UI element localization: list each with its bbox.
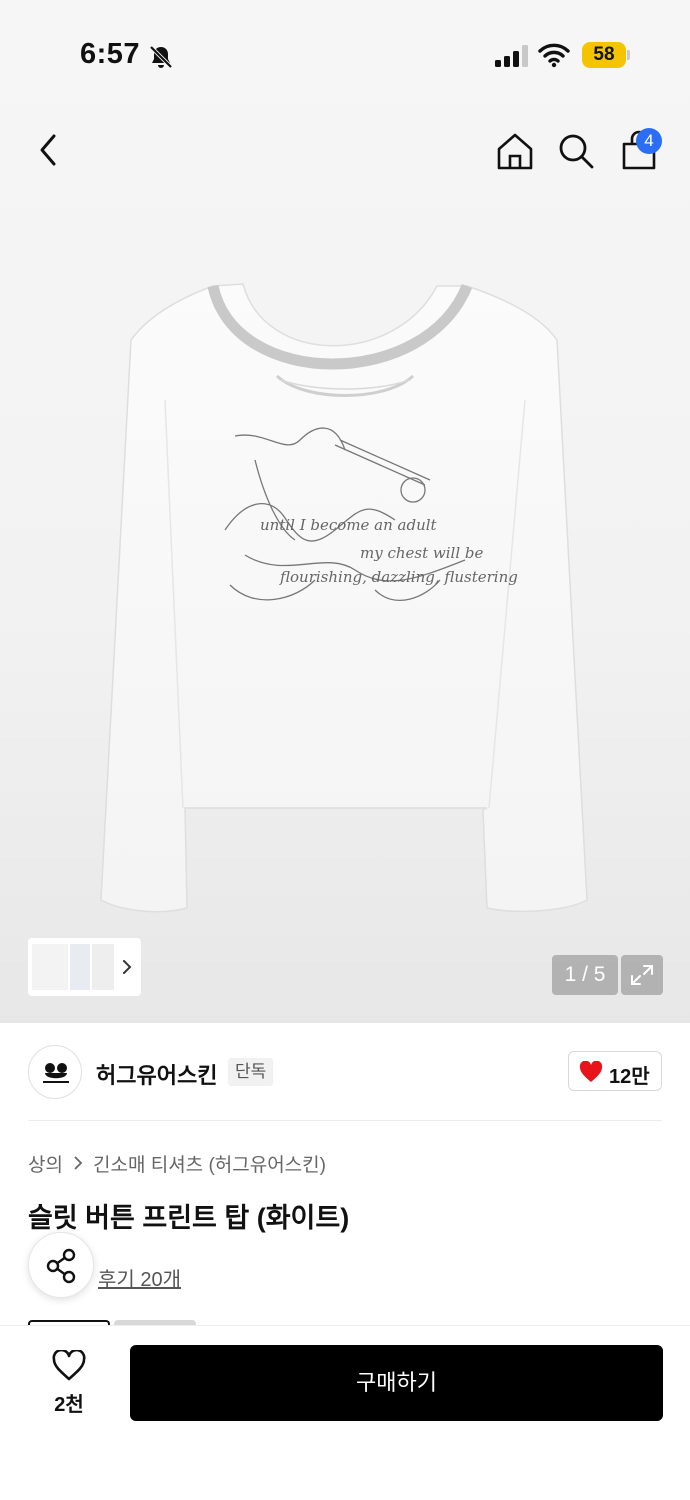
- thumbnail-preview[interactable]: [28, 938, 141, 996]
- wishlist-button[interactable]: 2천: [40, 1348, 98, 1418]
- chevron-right-icon: [123, 960, 132, 974]
- breadcrumb-item[interactable]: 긴소매 티셔츠 (허그유어스킨): [93, 1150, 326, 1177]
- brand-name[interactable]: 허그유어스킨: [96, 1058, 217, 1090]
- battery-level: 58: [582, 42, 626, 68]
- share-icon: [46, 1248, 76, 1284]
- thumbnail-image[interactable]: [70, 944, 90, 990]
- status-bar: 6:57 58: [0, 0, 690, 96]
- share-button[interactable]: [28, 1232, 94, 1298]
- wifi-icon: [538, 43, 570, 68]
- heart-filled-icon: [579, 1061, 603, 1082]
- cart-count-badge: 4: [636, 128, 662, 154]
- home-icon[interactable]: [494, 130, 536, 172]
- heart-outline-icon: [52, 1350, 86, 1381]
- chevron-right-icon: [74, 1156, 83, 1170]
- image-page-indicator: 1 / 5: [552, 955, 618, 995]
- svg-text:until I become an adult: until I become an adult: [260, 516, 438, 534]
- svg-text:my chest will be: my chest will be: [360, 544, 483, 562]
- product-photo: until I become an adult my chest will be…: [100, 283, 588, 913]
- brand-like-button[interactable]: 12만: [568, 1051, 662, 1091]
- expand-icon[interactable]: [621, 955, 663, 995]
- bell-off-icon: [149, 45, 173, 69]
- brand-logo[interactable]: [28, 1045, 82, 1099]
- cellular-signal-icon: [495, 45, 528, 67]
- exclusive-badge: 단독: [228, 1058, 274, 1086]
- breadcrumb-item[interactable]: 상의: [28, 1150, 63, 1177]
- brand-logo-icon: [43, 1063, 69, 1083]
- product-title: 슬릿 버튼 프린트 탑 (화이트): [28, 1203, 350, 1233]
- thumbnail-image[interactable]: [32, 944, 68, 990]
- divider: [28, 1120, 662, 1121]
- battery-indicator: 58: [582, 42, 630, 68]
- status-time: 6:57: [80, 38, 141, 70]
- thumbnail-image[interactable]: [92, 944, 114, 990]
- buy-button[interactable]: 구매하기: [130, 1345, 663, 1421]
- brand-like-count: 12만: [609, 1066, 650, 1088]
- back-icon[interactable]: [30, 128, 70, 172]
- product-detail-page: 6:57 58 4 until I become an adult my che…: [0, 0, 690, 1500]
- svg-text:flourishing, dazzling, fluster: flourishing, dazzling, flustering: [279, 568, 518, 586]
- wishlist-count: 2천: [54, 1394, 84, 1416]
- battery-cap: [627, 50, 630, 60]
- review-count-link[interactable]: 후기 20개: [98, 1263, 181, 1292]
- search-icon[interactable]: [556, 130, 596, 172]
